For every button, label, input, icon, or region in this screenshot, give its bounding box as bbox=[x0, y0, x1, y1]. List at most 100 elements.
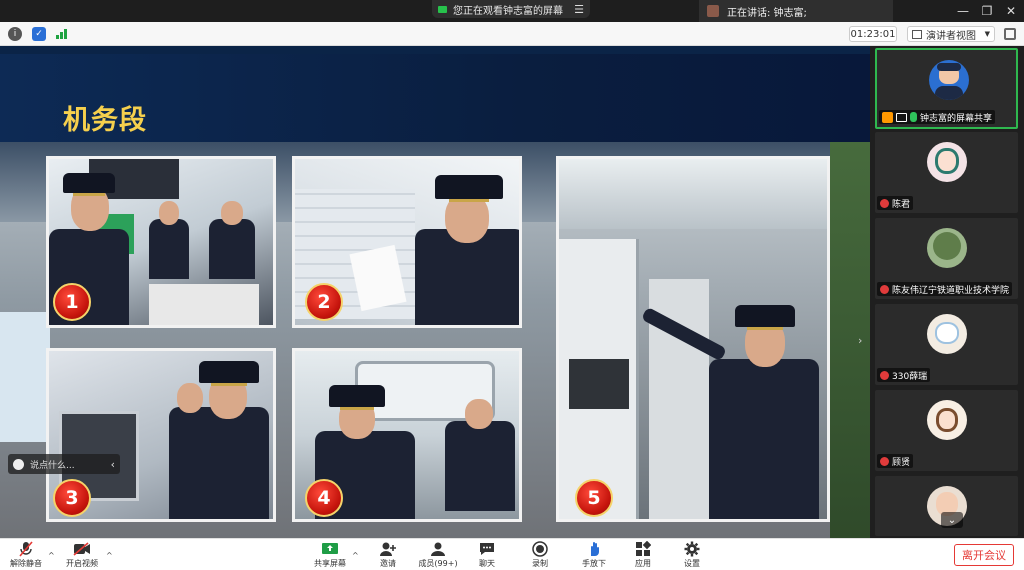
add-user-icon bbox=[379, 541, 397, 557]
settings-label: 设置 bbox=[684, 559, 700, 568]
cabinet-window bbox=[569, 359, 629, 409]
slide-title: 机务段 bbox=[63, 105, 147, 136]
step-badge-5: 5 bbox=[575, 479, 613, 517]
signal-strength-icon[interactable] bbox=[56, 28, 67, 39]
participant-panel: 钟志富的屏幕共享 陈君 陈友伟辽宁铁道职业技术学院 330薛瑞 顾贤 ⌄ bbox=[870, 46, 1024, 538]
microphone-icon bbox=[910, 112, 917, 122]
avatar bbox=[927, 314, 967, 354]
participant-name: 钟志富的屏幕共享 bbox=[920, 113, 993, 124]
photo-3: 3 bbox=[46, 348, 276, 522]
meeting-window: 您正在观看钟志富的屏幕 ☰ 正在讲话: 钟志富; — ❐ ✕ i ✓ 01:23… bbox=[0, 0, 1024, 570]
speaker-avatar bbox=[707, 5, 719, 17]
members-label: 成员(99+) bbox=[418, 559, 458, 568]
record-button[interactable]: 录制 bbox=[518, 541, 562, 569]
menu-icon[interactable]: ☰ bbox=[574, 3, 584, 16]
view-mode-dropdown[interactable]: 演讲者视图 ▼ bbox=[907, 26, 995, 42]
view-mode-label: 演讲者视图 bbox=[926, 30, 976, 42]
record-label: 录制 bbox=[532, 559, 548, 568]
step-badge-2: 2 bbox=[305, 283, 343, 321]
invite-label: 邀请 bbox=[380, 559, 396, 568]
leave-meeting-button[interactable]: 离开会议 bbox=[954, 544, 1014, 566]
avatar bbox=[927, 142, 967, 182]
participant-label: 330薛瑞 bbox=[877, 368, 931, 382]
participant-tile[interactable]: 陈君 bbox=[875, 132, 1018, 213]
mic-muted-icon bbox=[880, 284, 889, 294]
close-button[interactable]: ✕ bbox=[998, 0, 1024, 22]
start-video-button[interactable]: 开启视频 bbox=[60, 541, 104, 569]
scroll-down-button[interactable]: ⌄ bbox=[941, 512, 963, 528]
participant-tile[interactable]: 顾贤 bbox=[875, 390, 1018, 471]
participant-name: 顾贤 bbox=[892, 457, 911, 468]
chevron-up-icon[interactable]: ^ bbox=[106, 551, 113, 560]
fullscreen-icon[interactable] bbox=[1004, 28, 1016, 40]
meeting-toolbar: 解除静音 ^ 开启视频 ^ 共享屏幕 ^ 邀请 成员(99+) 聊天 录制 手放… bbox=[0, 538, 1024, 570]
share-screen-icon bbox=[321, 541, 339, 557]
chevron-up-icon[interactable]: ^ bbox=[352, 551, 359, 560]
meeting-timer: 01:23:01 bbox=[849, 26, 897, 42]
participant-tile[interactable]: 钟志富的屏幕共享 bbox=[875, 48, 1018, 129]
mic-muted-icon bbox=[880, 370, 889, 380]
participant-name: 陈友伟辽宁铁道职业技术学院 bbox=[892, 285, 1010, 296]
participant-name: 330薛瑞 bbox=[892, 371, 928, 382]
chevron-up-icon[interactable]: ^ bbox=[48, 551, 55, 560]
shield-icon[interactable]: ✓ bbox=[32, 27, 46, 41]
step-badge-4: 4 bbox=[305, 479, 343, 517]
participant-tile[interactable]: ⌄ bbox=[875, 476, 1018, 536]
chat-placeholder: 说点什么... bbox=[30, 460, 75, 471]
chat-label: 聊天 bbox=[479, 559, 495, 568]
record-icon bbox=[531, 541, 549, 557]
members-button[interactable]: 成员(99+) bbox=[416, 541, 460, 569]
share-screen-button[interactable]: 共享屏幕 bbox=[308, 541, 352, 569]
participant-name: 陈君 bbox=[892, 199, 911, 210]
chevron-left-icon[interactable]: ‹ bbox=[111, 458, 115, 471]
step-badge-1: 1 bbox=[53, 283, 91, 321]
screen-share-icon bbox=[896, 112, 907, 122]
active-speaker-indicator: 正在讲话: 钟志富; bbox=[699, 0, 893, 22]
apps-label: 应用 bbox=[635, 559, 651, 568]
chat-button[interactable]: 聊天 bbox=[465, 541, 509, 569]
chevron-down-icon: ▼ bbox=[984, 30, 990, 38]
video-off-icon bbox=[73, 541, 91, 557]
invite-button[interactable]: 邀请 bbox=[366, 541, 410, 569]
avatar bbox=[927, 228, 967, 268]
photo-5: 5 bbox=[556, 156, 830, 522]
share-screen-label: 共享屏幕 bbox=[314, 559, 346, 568]
mic-muted-icon bbox=[880, 456, 889, 466]
apps-icon bbox=[634, 541, 652, 557]
lower-hand-button[interactable]: 手放下 bbox=[572, 541, 616, 569]
participant-tile[interactable]: 330薛瑞 bbox=[875, 304, 1018, 385]
meeting-info-bar: i ✓ 01:23:01 演讲者视图 ▼ bbox=[0, 22, 1024, 46]
viewing-notice-text: 您正在观看钟志富的屏幕 bbox=[453, 5, 563, 17]
printer-desk bbox=[149, 284, 259, 325]
chat-input-bubble[interactable]: 说点什么... ‹ bbox=[8, 454, 120, 474]
settings-button[interactable]: 设置 bbox=[670, 541, 714, 569]
mic-muted-icon bbox=[17, 541, 35, 557]
lower-hand-label: 手放下 bbox=[582, 559, 606, 568]
apps-button[interactable]: 应用 bbox=[621, 541, 665, 569]
shared-screen: 机务段 1 2 3 4 5 说点什么... ‹ › bbox=[0, 46, 870, 538]
avatar bbox=[929, 60, 969, 100]
unmute-label: 解除静音 bbox=[10, 559, 42, 568]
chevron-right-icon[interactable]: › bbox=[858, 334, 862, 347]
gear-icon bbox=[683, 541, 701, 557]
info-icon[interactable]: i bbox=[8, 27, 22, 41]
speaking-label: 正在讲话: 钟志富; bbox=[727, 7, 807, 19]
photo-2: 2 bbox=[292, 156, 522, 328]
slide-header: 机务段 bbox=[0, 54, 870, 142]
participant-label: 钟志富的屏幕共享 bbox=[879, 110, 996, 124]
slide-background-plant bbox=[830, 142, 870, 538]
participant-label: 陈友伟辽宁铁道职业技术学院 bbox=[877, 282, 1013, 296]
photo-4: 4 bbox=[292, 348, 522, 522]
presenter-icon bbox=[882, 111, 893, 123]
emoji-icon[interactable] bbox=[13, 458, 24, 470]
members-icon bbox=[429, 541, 447, 557]
restore-button[interactable]: ❐ bbox=[974, 0, 1000, 22]
minimize-button[interactable]: — bbox=[950, 0, 976, 22]
participant-tile[interactable]: 陈友伟辽宁铁道职业技术学院 bbox=[875, 218, 1018, 299]
step-badge-3: 3 bbox=[53, 479, 91, 517]
avatar bbox=[927, 400, 967, 440]
participant-label: 陈君 bbox=[877, 196, 914, 210]
slide-background-poster bbox=[0, 312, 50, 442]
viewing-screen-notice[interactable]: 您正在观看钟志富的屏幕 ☰ bbox=[432, 0, 590, 18]
unmute-button[interactable]: 解除静音 bbox=[4, 541, 48, 569]
